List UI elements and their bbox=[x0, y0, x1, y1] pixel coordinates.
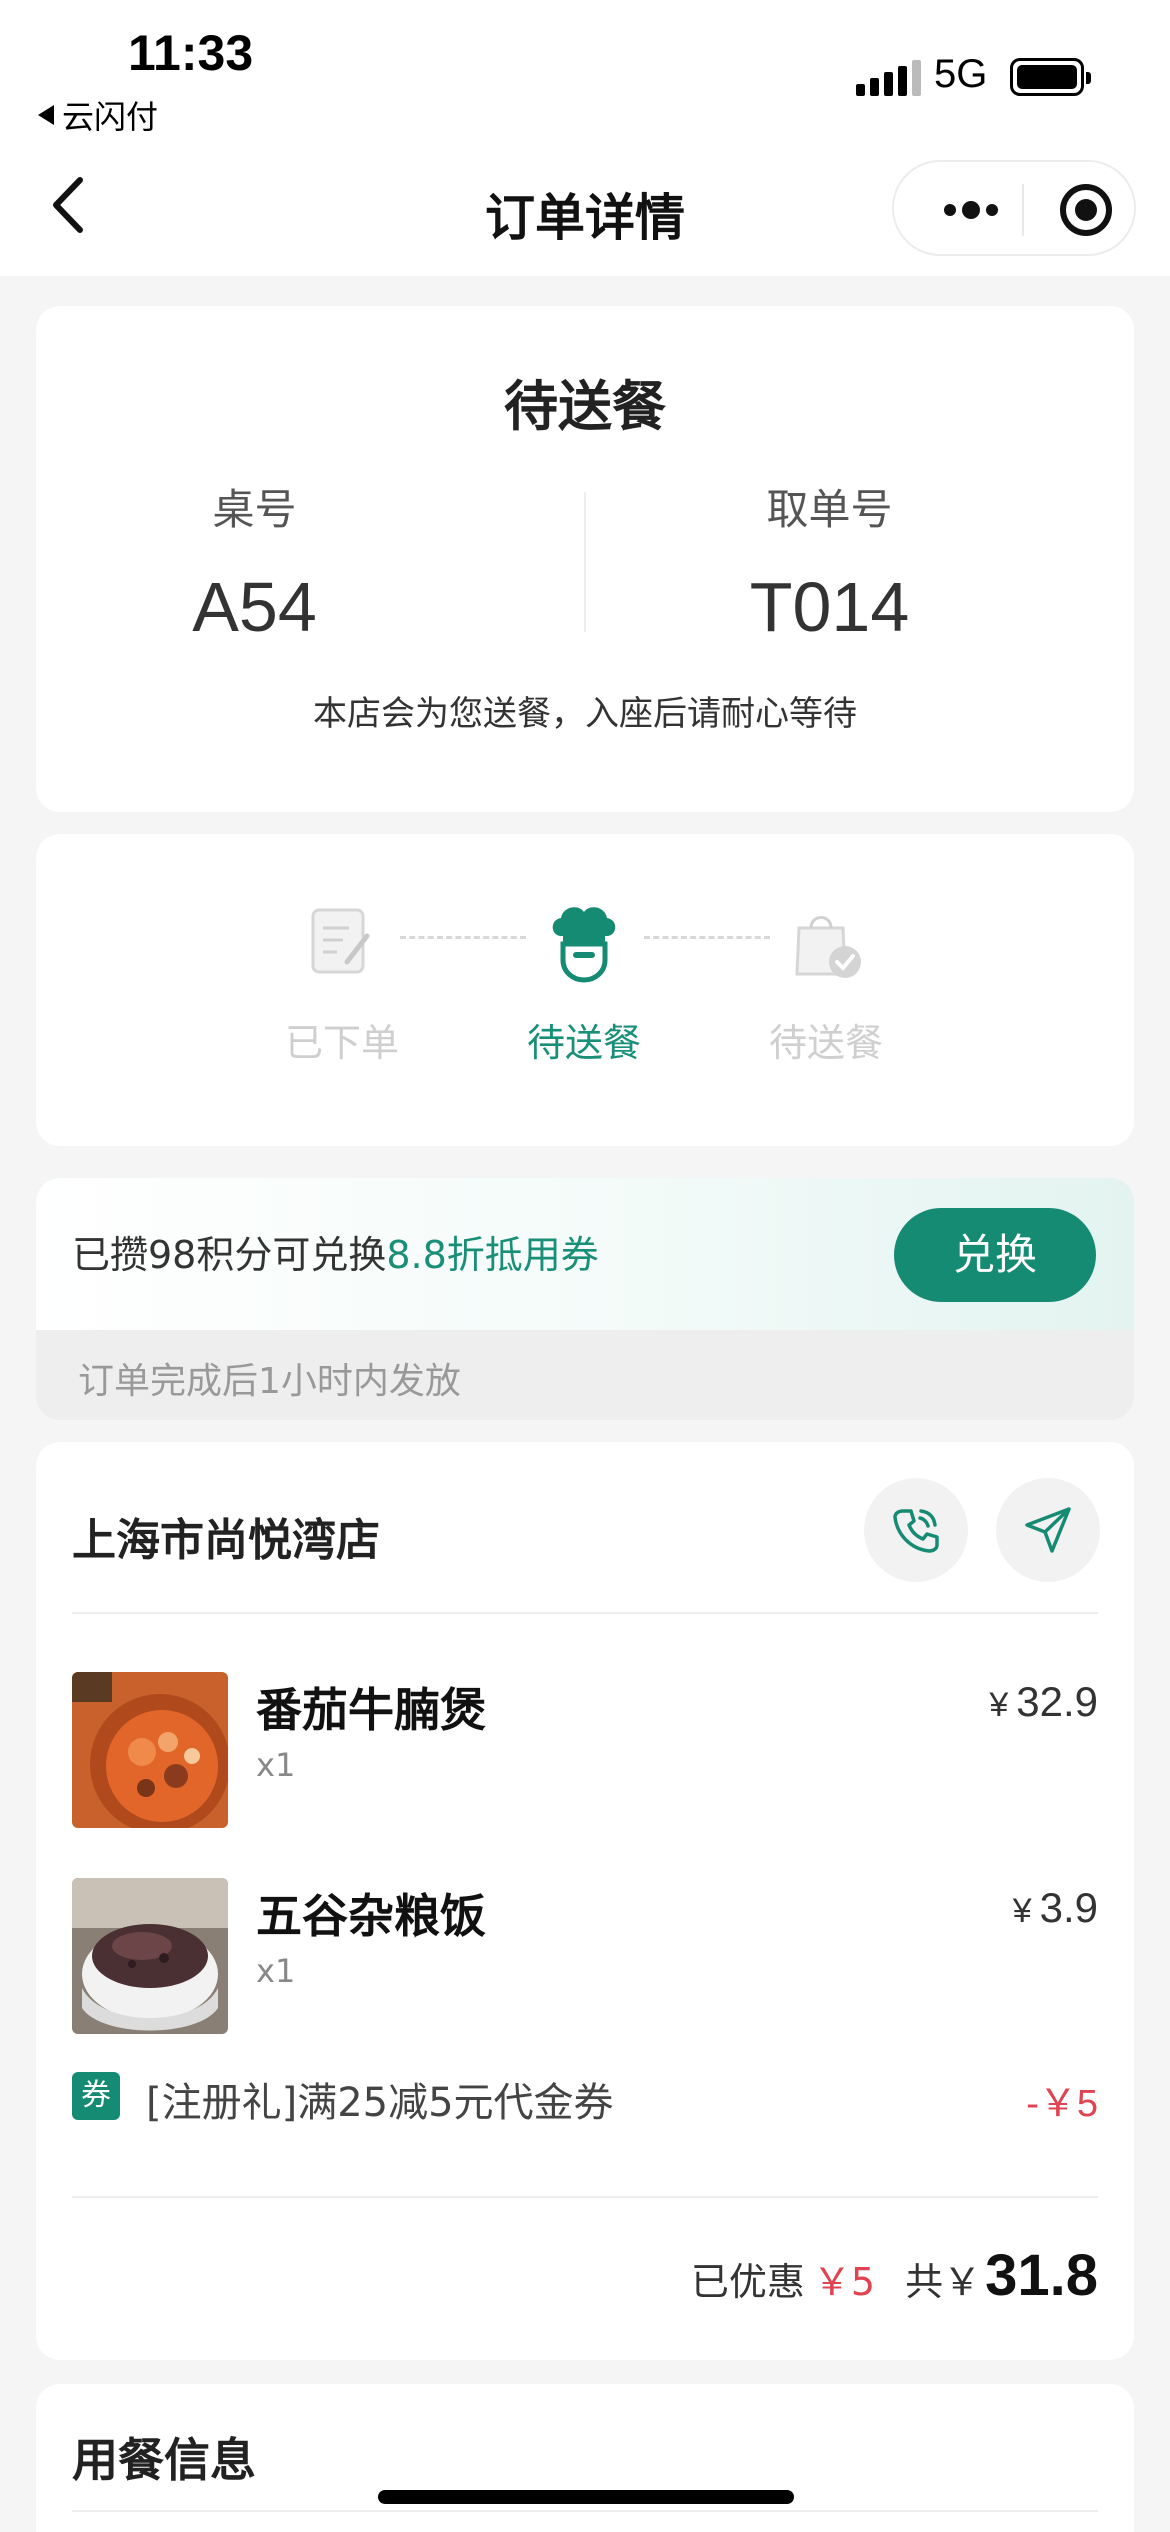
order-note-icon bbox=[299, 900, 385, 986]
close-miniapp-button[interactable] bbox=[1060, 184, 1112, 236]
exchange-button[interactable]: 兑换 bbox=[894, 1208, 1096, 1302]
coupon-row: 券 [注册礼]满25减5元代金券 -￥5 bbox=[72, 2068, 1098, 2128]
coupon-amount: -￥5 bbox=[1026, 2083, 1098, 2125]
order-summary: 已优惠 ￥5 共￥ 31.8 bbox=[691, 2242, 1098, 2309]
progress-step-label: 已下单 bbox=[284, 1021, 399, 1065]
home-indicator[interactable] bbox=[378, 2490, 794, 2504]
points-coupon-highlight: 8.8折抵用券 bbox=[386, 1233, 599, 1277]
target-icon bbox=[1075, 199, 1097, 221]
order-items-card: 上海市尚悦湾店 番茄牛腩煲 x1 ¥ 32.9 五谷杂粮饭 x1 ¥ 3.9 券… bbox=[36, 1442, 1134, 2360]
item-name: 五谷杂粮饭 bbox=[256, 1889, 486, 1943]
coupon-tag-icon: 券 bbox=[72, 2072, 120, 2120]
call-store-button[interactable] bbox=[864, 1478, 968, 1582]
network-type: 5G bbox=[934, 52, 988, 96]
points-text-prefix: 已攒98积分可兑换 bbox=[72, 1233, 387, 1277]
total-value: 31.8 bbox=[985, 2243, 1098, 2308]
navigation-arrow-icon bbox=[1025, 1507, 1071, 1553]
order-progress-card: 已下单 待送餐 待送餐 bbox=[36, 834, 1134, 1146]
back-app-label: 云闪付 bbox=[62, 98, 159, 136]
ticket-number-label: 取单号 bbox=[766, 485, 893, 534]
item-quantity: x1 bbox=[256, 1952, 296, 1990]
status-time: 11:33 bbox=[128, 25, 254, 81]
item-name: 番茄牛腩煲 bbox=[256, 1683, 486, 1737]
dining-info-card: 用餐信息 bbox=[36, 2384, 1134, 2532]
points-exchange-banner: 已攒98积分可兑换8.8折抵用券 兑换 订单完成后1小时内发放 bbox=[36, 1178, 1134, 1420]
more-button[interactable] bbox=[928, 188, 1014, 232]
progress-step-delivering: 待送餐 bbox=[494, 900, 674, 1067]
store-name: 上海市尚悦湾店 bbox=[72, 1515, 380, 1566]
dish-photo-multigrain-rice bbox=[72, 1878, 228, 2034]
progress-step-label: 待送餐 bbox=[526, 1021, 641, 1065]
delivery-notice: 本店会为您送餐，入座后请耐心等待 bbox=[313, 694, 857, 734]
dish-photo-tomato-beef bbox=[72, 1672, 228, 1828]
phone-icon bbox=[893, 1509, 939, 1553]
back-to-app-link[interactable]: 云闪付 bbox=[38, 92, 158, 138]
order-item: 番茄牛腩煲 x1 ¥32.9 bbox=[72, 1672, 1098, 1832]
order-item: 五谷杂粮饭 x1 ¥3.9 bbox=[72, 1878, 1098, 2038]
order-status-card: 待送餐 桌号 A54 取单号 T014 本店会为您送餐，入座后请耐心等待 bbox=[36, 306, 1134, 812]
bag-check-icon bbox=[783, 900, 869, 986]
discount-value: ￥5 bbox=[812, 2260, 876, 2304]
item-quantity: x1 bbox=[256, 1746, 296, 1784]
progress-step-label: 待送餐 bbox=[768, 1021, 883, 1065]
header-area: 11:33 云闪付 5G 订单详情 bbox=[0, 0, 1170, 276]
ticket-number-value: T014 bbox=[749, 568, 910, 646]
coupon-description: [注册礼]满25减5元代金券 bbox=[146, 2080, 614, 2126]
progress-step-pending: 待送餐 bbox=[736, 900, 916, 1067]
item-price: ¥3.9 bbox=[1012, 1884, 1098, 1931]
miniapp-capsule bbox=[892, 160, 1136, 256]
table-number-block: 桌号 A54 bbox=[36, 476, 585, 647]
battery-icon bbox=[1010, 58, 1091, 96]
total-label: 共￥ bbox=[905, 2260, 982, 2304]
signal-icon bbox=[856, 60, 921, 96]
table-number-label: 桌号 bbox=[212, 485, 297, 534]
progress-step-ordered: 已下单 bbox=[252, 900, 432, 1067]
ticket-number-block: 取单号 T014 bbox=[585, 476, 1134, 647]
order-status-title: 待送餐 bbox=[504, 375, 666, 438]
dining-info-title: 用餐信息 bbox=[72, 2433, 256, 2487]
chef-hat-icon bbox=[541, 900, 627, 986]
item-price: ¥32.9 bbox=[989, 1678, 1098, 1725]
back-triangle-icon bbox=[38, 105, 54, 125]
more-dots-icon bbox=[944, 204, 956, 216]
table-number-value: A54 bbox=[192, 568, 317, 646]
discount-label: 已优惠 bbox=[690, 2260, 805, 2304]
navigate-store-button[interactable] bbox=[996, 1478, 1100, 1582]
points-issue-note: 订单完成后1小时内发放 bbox=[78, 1361, 461, 1402]
points-text: 已攒98积分可兑换8.8折抵用券 bbox=[72, 1224, 599, 1279]
